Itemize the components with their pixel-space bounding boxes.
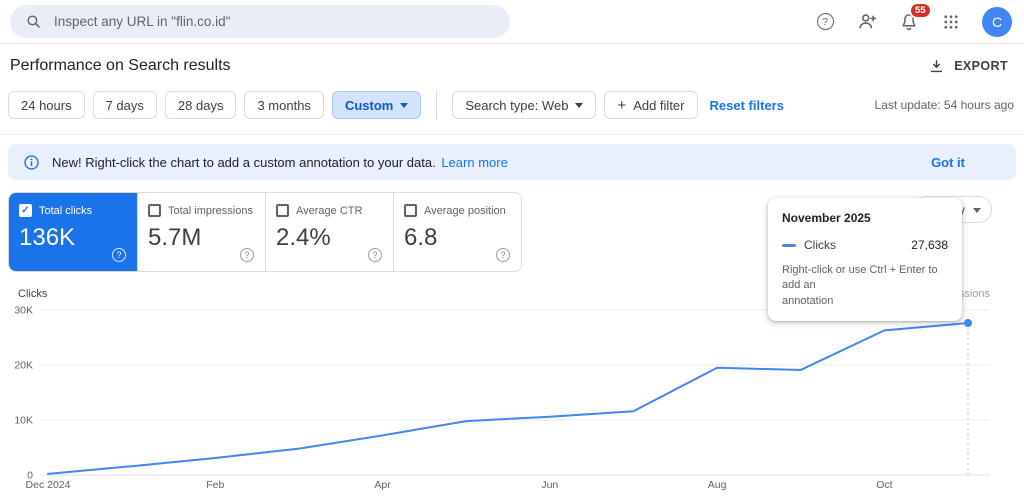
got-it-button[interactable]: Got it — [931, 155, 1001, 170]
divider — [436, 90, 438, 120]
range-label: Custom — [344, 97, 394, 113]
notifications-button[interactable]: 55 — [898, 1, 932, 33]
range-3-months[interactable]: 3 months — [244, 91, 324, 119]
help-icon[interactable]: ? — [240, 248, 254, 262]
x-axis-tick: Oct — [876, 479, 893, 491]
chart-tooltip: November 2025 Clicks 27,638 Right-click … — [768, 198, 962, 322]
banner-message: New! Right-click the chart to add a cust… — [52, 155, 508, 170]
banner-text: New! Right-click the chart to add a cust… — [52, 154, 436, 170]
svg-text:30K: 30K — [14, 305, 33, 317]
metric-label: Total clicks — [39, 204, 93, 217]
svg-text:20K: 20K — [14, 360, 33, 372]
metric-total-clicks[interactable]: ✓ Total clicks 136K ? — [9, 193, 137, 271]
apps-grid-button[interactable] — [940, 11, 962, 33]
x-axis-tick: Dec 2024 — [25, 479, 71, 491]
metric-label: Average CTR — [296, 204, 363, 217]
top-bar: ? 55 — [0, 0, 1024, 44]
export-label: EXPORT — [954, 59, 1008, 73]
clicks-series-swatch — [782, 243, 796, 247]
range-28-days[interactable]: 28 days — [164, 91, 237, 119]
plus-icon: + — [617, 96, 627, 114]
tooltip-hint: Right-click or use Ctrl + Enter to add a… — [782, 263, 948, 309]
range-label: 24 hours — [21, 97, 72, 113]
help-icon[interactable]: ? — [368, 248, 382, 262]
x-axis-labels: Dec 2024 Feb Apr Jun Aug Oct — [0, 479, 1024, 497]
export-button[interactable]: EXPORT — [928, 58, 1008, 75]
range-label: 7 days — [105, 97, 144, 113]
tooltip-hint-line: annotation — [782, 294, 834, 307]
metric-value: 6.8 — [404, 224, 438, 251]
avatar[interactable]: C — [982, 6, 1012, 37]
search-type-chip[interactable]: Search type: Web — [452, 91, 597, 119]
range-7-days[interactable]: 7 days — [92, 91, 157, 119]
annotation-banner: New! Right-click the chart to add a cust… — [8, 144, 1016, 180]
metric-label: Average position — [424, 204, 506, 217]
range-24-hours[interactable]: 24 hours — [8, 91, 85, 119]
person-add-icon — [857, 11, 878, 32]
help-icon[interactable]: ? — [112, 248, 126, 262]
metric-label: Total impressions — [168, 204, 253, 217]
add-filter-button[interactable]: + Add filter — [604, 91, 698, 119]
filter-bar: 24 hours 7 days 28 days 3 months Custom … — [0, 86, 1024, 135]
add-user-button[interactable] — [856, 11, 878, 33]
chevron-down-icon — [973, 207, 981, 213]
help-icon: ? — [816, 13, 834, 30]
x-axis-tick: Aug — [707, 479, 727, 491]
search-icon — [25, 13, 42, 30]
topbar-actions: ? 55 C — [814, 1, 1012, 37]
x-axis-tick: Feb — [206, 479, 225, 491]
checkbox-checked-icon[interactable]: ✓ — [19, 204, 32, 217]
x-axis-tick: Jun — [541, 479, 559, 491]
x-axis-tick: Apr — [374, 479, 391, 491]
metric-total-impressions[interactable]: Total impressions 5.7M ? — [137, 193, 265, 271]
add-filter-label: Add filter — [633, 97, 685, 113]
info-icon — [23, 154, 40, 171]
tooltip-value: 27,638 — [911, 238, 948, 252]
metric-average-position[interactable]: Average position 6.8 ? — [393, 193, 521, 271]
learn-more-link[interactable]: Learn more — [441, 155, 507, 170]
notification-badge: 55 — [909, 1, 932, 19]
range-label: 28 days — [177, 97, 224, 113]
range-label: 3 months — [257, 97, 311, 113]
apps-grid-icon — [942, 13, 960, 31]
metric-cards: ✓ Total clicks 136K ? Total impressions … — [8, 192, 522, 272]
range-custom[interactable]: Custom — [331, 91, 422, 119]
metric-average-ctr[interactable]: Average CTR 2.4% ? — [265, 193, 393, 271]
search-input[interactable] — [54, 14, 495, 29]
tooltip-series-label: Clicks — [804, 238, 836, 252]
checkbox-icon[interactable] — [276, 204, 289, 217]
last-update-text: Last update: 54 hours ago — [874, 98, 1014, 112]
page-header: Performance on Search results EXPORT — [0, 44, 1024, 86]
reset-filters-link[interactable]: Reset filters — [710, 98, 784, 113]
chevron-down-icon — [575, 103, 584, 108]
chevron-down-icon — [400, 103, 409, 108]
download-icon — [928, 58, 945, 75]
tooltip-hint-line: Right-click or use Ctrl + Enter to add a… — [782, 264, 938, 292]
checkbox-icon[interactable] — [404, 204, 417, 217]
metric-value: 2.4% — [276, 224, 331, 251]
help-button[interactable]: ? — [814, 11, 836, 33]
url-inspect-search[interactable] — [10, 5, 510, 38]
search-type-label: Search type: Web — [465, 97, 569, 113]
svg-text:10K: 10K — [14, 415, 33, 427]
help-icon[interactable]: ? — [496, 248, 510, 262]
metric-value: 5.7M — [148, 224, 202, 251]
tooltip-title: November 2025 — [782, 211, 871, 225]
page-title: Performance on Search results — [10, 57, 231, 74]
metric-value: 136K — [19, 224, 76, 251]
checkbox-icon[interactable] — [148, 204, 161, 217]
